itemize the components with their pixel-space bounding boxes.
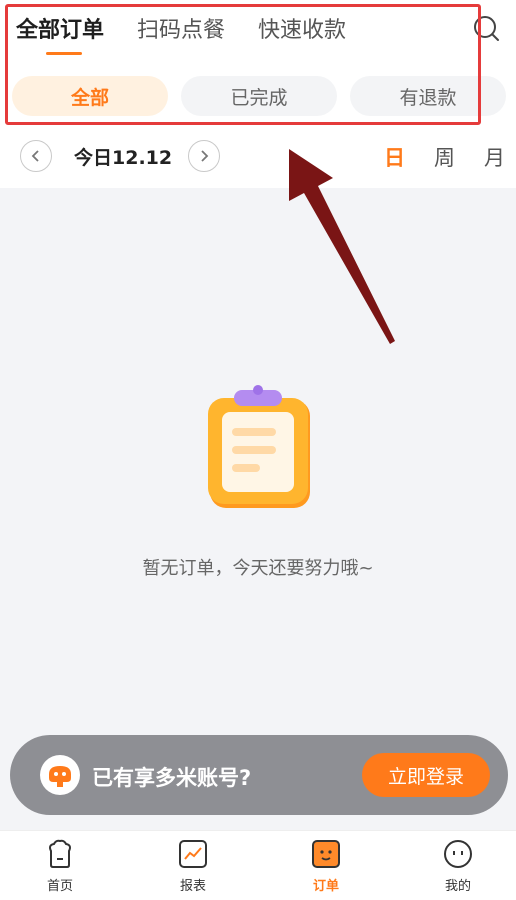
- period-month[interactable]: 月: [484, 142, 505, 172]
- report-chart-icon: [179, 840, 207, 868]
- order-icon: [312, 840, 340, 868]
- login-prompt-text: 已有享多米账号?: [92, 766, 252, 790]
- period-day[interactable]: 日: [384, 142, 405, 172]
- active-tab-indicator: [46, 52, 82, 55]
- chip-completed[interactable]: 已完成: [181, 76, 337, 116]
- top-tab-bar: 全部订单 扫码点餐 快速收款: [0, 0, 516, 64]
- empty-message: 暂无订单，今天还要努力哦~: [142, 558, 374, 579]
- chevron-left-icon[interactable]: [20, 140, 52, 172]
- current-date: 今日12.12: [74, 147, 173, 169]
- filter-chip-row: 全部 已完成 有退款: [0, 72, 516, 120]
- tab-scan-order[interactable]: 扫码点餐: [137, 12, 225, 44]
- date-navigation-row: 今日12.12 日 周 月: [0, 126, 516, 188]
- chip-all[interactable]: 全部: [12, 76, 168, 116]
- nav-profile[interactable]: 我的: [418, 837, 498, 894]
- tab-all-orders[interactable]: 全部订单: [16, 12, 104, 44]
- home-chef-icon: [49, 839, 71, 868]
- nav-home-label: 首页: [46, 879, 73, 894]
- clipboard-icon: [208, 385, 310, 508]
- chip-refunded[interactable]: 有退款: [350, 76, 506, 116]
- nav-home[interactable]: 首页: [20, 837, 100, 894]
- tab-quick-payment[interactable]: 快速收款: [258, 12, 346, 44]
- order-list-area: 暂无订单，今天还要努力哦~: [0, 188, 516, 830]
- nav-report[interactable]: 报表: [153, 837, 233, 894]
- nav-report-label: 报表: [179, 879, 206, 894]
- chevron-right-icon[interactable]: [188, 140, 220, 172]
- search-icon[interactable]: [472, 14, 500, 42]
- brand-logo-icon: [40, 755, 80, 795]
- period-week[interactable]: 周: [434, 142, 455, 172]
- login-button[interactable]: 立即登录: [362, 753, 490, 797]
- nav-orders[interactable]: 订单: [286, 837, 366, 894]
- bottom-nav: 首页 报表 订单 我的: [0, 830, 516, 900]
- login-banner: 已有享多米账号? 立即登录: [10, 735, 508, 815]
- profile-icon: [444, 840, 472, 868]
- nav-orders-label: 订单: [312, 879, 339, 894]
- nav-profile-label: 我的: [444, 879, 471, 894]
